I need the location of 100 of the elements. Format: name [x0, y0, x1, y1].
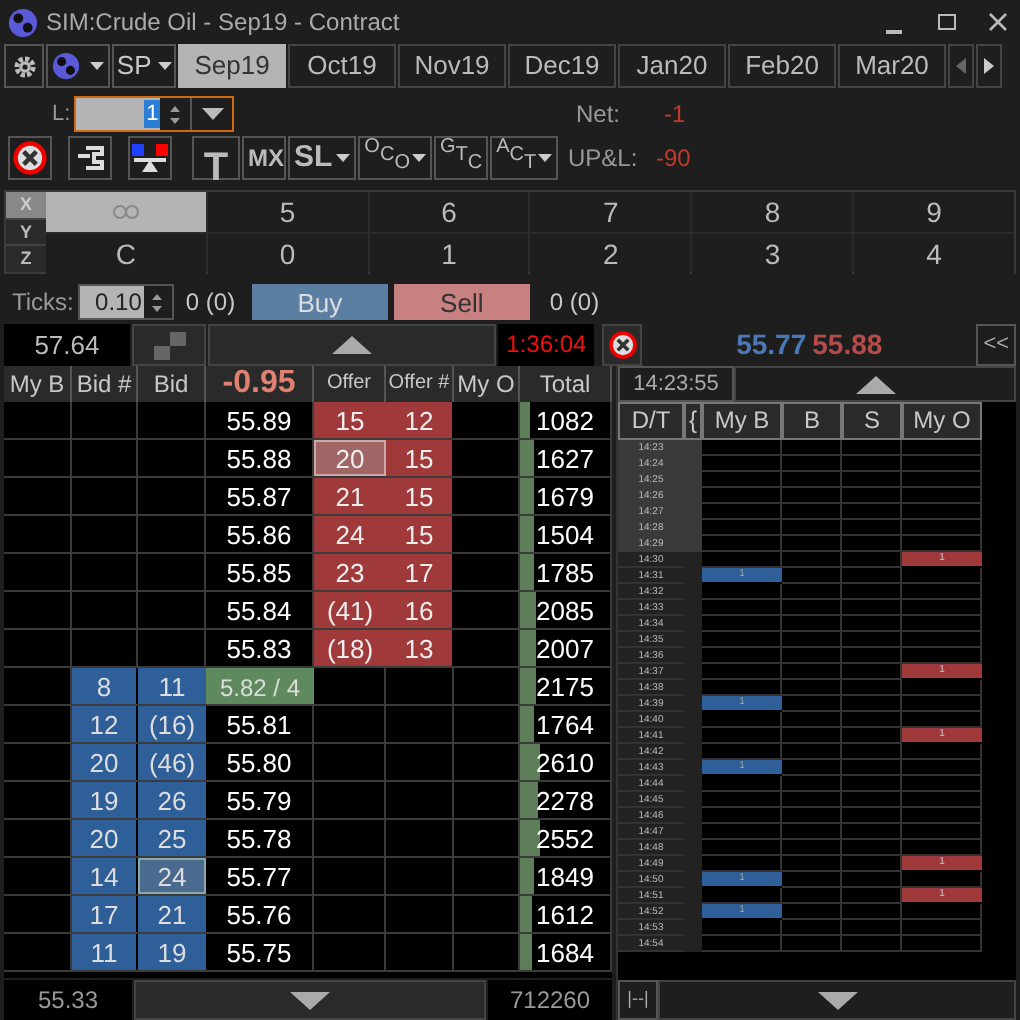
order-type-button[interactable]: T — [192, 136, 240, 180]
order-type-dropdown[interactable]: ACT — [490, 136, 559, 180]
hotkey-button[interactable]: C — [46, 234, 206, 274]
dropdown-caret-icon — [157, 62, 172, 70]
total-volume-cell-text: 2278 — [536, 784, 594, 818]
hotkey-button[interactable]: 6 — [369, 192, 529, 232]
total-volume-cell-text: 1504 — [536, 518, 594, 552]
down-arrow-icon — [290, 991, 330, 1009]
hotkey-button[interactable]: 7 — [530, 192, 691, 232]
offer-size-cell[interactable]: 15 — [314, 402, 386, 438]
balance-button[interactable] — [128, 136, 172, 180]
price-cell[interactable]: 55.80 — [206, 744, 314, 780]
settings-icon — [11, 53, 37, 79]
clock-display: 14:23:55 — [618, 366, 734, 402]
total-volume-cell-text: 1849 — [536, 860, 594, 894]
price-cell[interactable]: 55.78 — [206, 820, 314, 856]
total-volume-cell-text: 1684 — [536, 936, 594, 970]
bid-size-cell[interactable]: 19 — [138, 934, 206, 970]
total-volume-cell-text: 1082 — [536, 404, 594, 438]
dropdown-caret-icon — [89, 62, 104, 70]
settings-button[interactable] — [4, 44, 44, 88]
spin-up-icon — [152, 293, 163, 299]
hotkey-button[interactable]: 9 — [854, 192, 1014, 232]
total-volume-cell-text: 2007 — [536, 632, 594, 666]
offer-size-cell[interactable]: (41) — [314, 592, 386, 628]
price-cell[interactable]: 55.75 — [206, 934, 314, 970]
total-volume-cell-text: 2175 — [536, 670, 594, 704]
close-button[interactable] — [984, 10, 1012, 34]
hotkey-button[interactable]: 0 — [207, 234, 368, 274]
offer-size-cell[interactable]: (18) — [314, 630, 386, 666]
total-volume-cell-text: 2085 — [536, 594, 594, 628]
sell-button[interactable]: Sell — [393, 284, 530, 320]
offer-size-cell[interactable]: 24 — [314, 516, 386, 552]
account-dropdown[interactable]: SP — [112, 44, 176, 88]
quantity-label: L: — [52, 99, 71, 130]
contract-tab[interactable]: Sep19 — [178, 44, 286, 88]
offer-count-cell: 16 — [386, 592, 454, 628]
total-volume-cell-text: 1785 — [536, 556, 594, 590]
contract-tab[interactable]: Jan20 — [618, 44, 726, 88]
quantity-field[interactable]: 1 — [74, 96, 235, 132]
collapse-button[interactable]: << — [976, 324, 1016, 366]
hotkey-button[interactable]: 2 — [530, 234, 691, 274]
right-arrow-icon — [984, 58, 994, 74]
price-cell[interactable]: 55.77 — [206, 858, 314, 894]
offer-size-cell[interactable]: 23 — [314, 554, 386, 590]
total-volume-cell-text: 2552 — [536, 822, 594, 856]
volume-display: 712260 — [488, 980, 612, 1020]
hotkey-button[interactable]: 8 — [692, 192, 853, 232]
up-arrow-icon — [332, 336, 373, 354]
center-button[interactable] — [131, 324, 207, 366]
offer-size-cell[interactable]: 20 — [314, 440, 386, 476]
reset-button[interactable]: |--| — [618, 980, 658, 1020]
contract-tab[interactable]: Oct19 — [288, 44, 396, 88]
upl-value: -90 — [656, 142, 691, 176]
contract-tab[interactable]: Feb20 — [728, 44, 836, 88]
bid-size-cell[interactable]: 25 — [138, 820, 206, 856]
order-type-button[interactable]: MX — [242, 136, 286, 180]
scroll-down-button[interactable] — [658, 980, 1016, 1020]
app-logo-icon — [52, 52, 81, 80]
ticks-field[interactable]: 0.10 — [77, 284, 174, 320]
price-cell[interactable]: 55.76 — [206, 896, 314, 932]
bracket-button[interactable] — [68, 136, 112, 180]
cancel-orders-button[interactable] — [602, 324, 642, 366]
scroll-up-button[interactable] — [734, 366, 1016, 402]
bid-size-cell[interactable]: 11 — [138, 668, 206, 704]
bid-size-cell[interactable]: 24 — [138, 858, 206, 894]
cancel-all-button[interactable] — [8, 136, 52, 180]
scroll-down-button[interactable] — [134, 980, 486, 1020]
hotkey-button[interactable]: 4 — [854, 234, 1014, 274]
scroll-right-button[interactable] — [976, 44, 1002, 88]
bid-size-cell[interactable]: (16) — [138, 706, 206, 742]
connection-dropdown[interactable] — [46, 44, 110, 88]
hotkey-button[interactable]: 5 — [207, 192, 368, 232]
hotkey-button[interactable]: 1 — [369, 234, 529, 274]
cancel-icon — [607, 330, 638, 360]
left-arrow-icon — [956, 58, 966, 74]
contract-tab[interactable]: Dec19 — [508, 44, 616, 88]
net-value: -1 — [664, 98, 686, 132]
contract-tab[interactable]: Nov19 — [398, 44, 506, 88]
session-timer: 1:36:04 — [498, 324, 595, 366]
order-type-dropdown[interactable]: GTC — [433, 136, 489, 180]
order-type-dropdown[interactable]: OCO — [358, 136, 432, 180]
scroll-up-button[interactable] — [208, 324, 497, 366]
spin-down-icon — [152, 305, 163, 311]
offer-count-cell: 15 — [386, 516, 454, 552]
offer-count-cell: 15 — [386, 478, 454, 514]
total-volume-cell-text: 1764 — [536, 708, 594, 742]
bid-count-cell: 8 — [72, 668, 138, 704]
order-type-dropdown[interactable]: SL — [288, 136, 357, 180]
maximize-button[interactable] — [932, 10, 960, 34]
price-cell[interactable]: 55.81 — [206, 706, 314, 742]
bid-size-cell[interactable]: 26 — [138, 782, 206, 818]
hotkey-button[interactable]: 3 — [692, 234, 853, 274]
offer-size-cell[interactable]: 21 — [314, 478, 386, 514]
contract-tab[interactable]: Mar20 — [838, 44, 946, 88]
sell-fill-count: 0 (0) — [549, 286, 600, 320]
bid-size-cell[interactable]: 21 — [138, 896, 206, 932]
up-arrow-icon — [855, 375, 895, 393]
bid-size-cell[interactable]: (46) — [138, 744, 206, 780]
price-cell[interactable]: 55.79 — [206, 782, 314, 818]
